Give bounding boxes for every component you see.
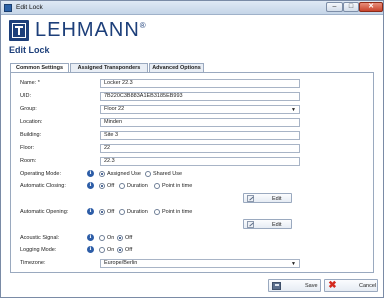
automatic-opening-label: Automatic Opening:	[20, 209, 69, 215]
settings-panel: Common Settings Assigned Transponders Ad…	[10, 63, 374, 275]
location-label: Location:	[20, 119, 43, 125]
chevron-down-icon: ▼	[291, 107, 296, 113]
info-icon[interactable]: i	[87, 170, 94, 177]
edit-pencil-icon	[247, 195, 254, 202]
name-input[interactable]: Locker 22.3	[100, 79, 300, 88]
save-button[interactable]: Save	[268, 279, 321, 292]
common-settings-body: Name: * Locker 22.3 UID: 7B220C3B883A1EB…	[10, 72, 374, 273]
room-label: Room:	[20, 158, 37, 164]
app-icon	[4, 4, 12, 12]
chevron-down-icon: ▼	[291, 261, 296, 267]
logo-mark-icon	[9, 20, 29, 41]
uid-input[interactable]: 7B220C3B883A1EB3185EB993	[100, 92, 300, 101]
acoustic-signal-label: Acoustic Signal:	[20, 235, 60, 241]
building-input[interactable]: Site 3	[100, 131, 300, 140]
room-input[interactable]: 22.3	[100, 157, 300, 166]
floor-label: Floor:	[20, 145, 35, 151]
logging-mode-label: Logging Mode:	[20, 247, 57, 253]
tab-assigned-transponders[interactable]: Assigned Transponders	[70, 63, 148, 72]
edit-pencil-icon	[247, 221, 254, 228]
cancel-button[interactable]: ✖ Cancel	[324, 279, 378, 292]
timezone-select[interactable]: Europe/Berlin ▼	[100, 259, 300, 268]
name-label: Name: *	[20, 80, 40, 86]
minimize-button[interactable]: –	[326, 2, 343, 12]
closing-edit-button[interactable]: Edit	[243, 193, 292, 203]
info-icon[interactable]: i	[87, 208, 94, 215]
opening-edit-button[interactable]: Edit	[243, 219, 292, 229]
close-button[interactable]: ✕	[359, 2, 383, 12]
info-icon[interactable]: i	[87, 234, 94, 241]
group-label: Group:	[20, 106, 37, 112]
timezone-value: Europe/Berlin	[104, 260, 138, 266]
edit-lock-window: Edit Lock – □ ✕ LEHMANN® Edit Lock Commo…	[0, 0, 384, 298]
tab-advanced-options[interactable]: Advanced Options	[149, 63, 204, 72]
save-floppy-icon	[272, 282, 281, 290]
operating-mode-label: Operating Mode:	[20, 171, 61, 177]
info-icon[interactable]: i	[87, 182, 94, 189]
maximize-button[interactable]: □	[343, 2, 359, 12]
group-select[interactable]: Floor 22 ▼	[100, 105, 300, 114]
location-input[interactable]: Minden	[100, 118, 300, 127]
group-value: Floor 22	[104, 106, 125, 112]
title-bar[interactable]: Edit Lock – □ ✕	[1, 1, 383, 15]
floor-input[interactable]: 22	[100, 144, 300, 153]
building-label: Building:	[20, 132, 42, 138]
window-title: Edit Lock	[16, 4, 43, 11]
page-title: Edit Lock	[9, 45, 50, 55]
info-icon[interactable]: i	[87, 246, 94, 253]
uid-label: UID:	[20, 93, 31, 99]
timezone-label: Timezone:	[20, 260, 46, 266]
automatic-closing-label: Automatic Closing:	[20, 183, 66, 189]
cancel-x-icon: ✖	[328, 280, 337, 291]
logo-text: LEHMANN®	[35, 19, 147, 41]
